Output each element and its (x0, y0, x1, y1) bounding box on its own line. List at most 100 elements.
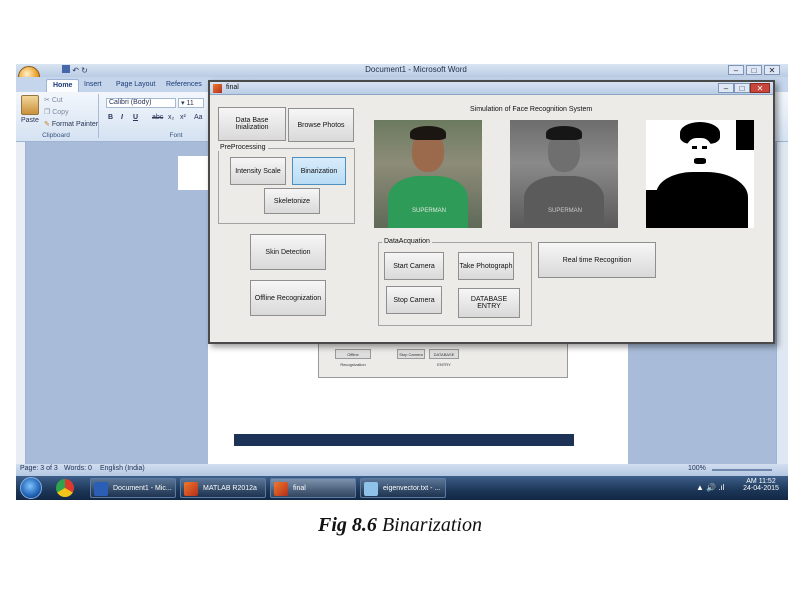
binarized-photo (646, 120, 754, 228)
minimize-button[interactable]: – (728, 65, 744, 75)
tab-home[interactable]: Home (46, 79, 80, 92)
matlab-icon (274, 482, 288, 496)
subscript-icon[interactable]: x₂ (168, 114, 174, 121)
minimize-button[interactable]: – (718, 83, 734, 93)
ghost-button: Offline Recognization (335, 349, 371, 367)
zoom-level[interactable]: 100% (688, 465, 706, 472)
figure-heading: Simulation of Face Recognition System (470, 106, 593, 113)
group-divider (98, 94, 99, 138)
word-window-title: Document1 - Microsoft Word (365, 65, 467, 74)
ghost-button: DATABASE ENTRY (429, 349, 459, 367)
matlab-icon (184, 482, 198, 496)
caption-text: Binarization (381, 514, 482, 536)
bold-icon[interactable]: B (108, 114, 113, 121)
eye (692, 146, 697, 149)
maximize-button[interactable]: □ (734, 83, 750, 93)
quick-access-toolbar[interactable]: ↶ ↻ (44, 65, 104, 76)
skeletonize-button[interactable]: Skeletonize (264, 188, 320, 214)
take-photograph-button[interactable]: Take Photograph (458, 252, 514, 280)
browse-photos-button[interactable]: Browse Photos (288, 108, 354, 142)
figure-title-bar: final – □ ✕ (210, 82, 773, 95)
scissors-icon: ✂ (44, 97, 50, 104)
shirt (524, 176, 604, 228)
preprocessing-title: PreProcessing (218, 144, 268, 151)
tab-insert[interactable]: Insert (78, 79, 108, 92)
taskbar-item-final[interactable]: final (270, 478, 356, 498)
matlab-icon (213, 84, 222, 93)
word-status-bar: Page: 3 of 3 Words: 0 English (India) 10… (16, 464, 788, 476)
vertical-ruler (16, 142, 26, 464)
notepad-icon (364, 482, 378, 496)
zoom-slider[interactable] (712, 469, 772, 471)
taskbar-item-notepad[interactable]: eigenvector.txt - ... (360, 478, 446, 498)
close-button[interactable]: ✕ (750, 83, 770, 93)
windows-taskbar: Document1 - Mic... MATLAB R2012a final e… (16, 476, 788, 500)
database-entry-button[interactable]: DATABASE ENTRY (458, 288, 520, 318)
tab-references[interactable]: References (160, 79, 208, 92)
shirt-text: SUPERMAN (411, 208, 446, 214)
word-count[interactable]: Words: 0 (64, 465, 92, 472)
superscript-icon[interactable]: x² (180, 114, 186, 121)
document-page[interactable] (178, 156, 210, 190)
clock-date: 24-04-2015 (743, 485, 779, 492)
background-shadow (646, 190, 658, 228)
taskbar-item-word[interactable]: Document1 - Mic... (90, 478, 176, 498)
strikethrough-icon[interactable]: abc (152, 114, 163, 121)
grayscale-photo: SUPERMAN (510, 120, 618, 228)
ghost-button: Stop Camera (397, 349, 425, 359)
font-size-field[interactable]: ▾ 11 (178, 98, 204, 108)
tab-page-layout[interactable]: Page Layout (110, 79, 161, 92)
italic-icon[interactable]: I (121, 114, 123, 121)
clock[interactable]: AM 11:52 24-04-2015 (738, 478, 784, 492)
binarization-button[interactable]: Binarization (292, 157, 346, 185)
brush-icon: ✎ (44, 121, 50, 128)
real-time-recognition-button[interactable]: Real time Recognition (538, 242, 656, 278)
start-camera-button[interactable]: Start Camera (384, 252, 444, 280)
offline-recognition-button[interactable]: Offline Recognization (250, 280, 326, 316)
undo-icon[interactable]: ↶ (72, 66, 79, 75)
stop-camera-button[interactable]: Stop Camera (386, 286, 442, 314)
hair (546, 126, 582, 140)
copy-button[interactable]: ❐ Copy (44, 108, 69, 116)
start-button-icon[interactable] (20, 477, 42, 499)
paste-icon[interactable] (21, 95, 39, 115)
eye (702, 146, 707, 149)
word-title-bar: ↶ ↻ Document1 - Microsoft Word – □ ✕ (16, 64, 788, 77)
matlab-figure-window: final – □ ✕ Simulation of Face Recogniti… (208, 80, 775, 344)
save-icon[interactable] (62, 65, 70, 73)
font-name-field[interactable]: Calibri (Body) (106, 98, 176, 108)
redo-icon[interactable]: ↻ (81, 66, 88, 75)
copy-icon: ❐ (44, 109, 51, 116)
clock-time: AM 11:52 (746, 478, 776, 485)
hair (410, 126, 446, 140)
skin-detection-button[interactable]: Skin Detection (250, 234, 326, 270)
format-painter-button[interactable]: ✎ Format Painter (44, 120, 98, 128)
change-case-icon[interactable]: Aa (194, 114, 203, 121)
color-photo: SUPERMAN (374, 120, 482, 228)
shirt (656, 172, 748, 228)
cut-button[interactable]: ✂ Cut (44, 96, 63, 104)
paste-label[interactable]: Paste (21, 117, 39, 124)
maximize-button[interactable]: □ (746, 65, 762, 75)
figure-caption: Fig 8.6 Binarization (0, 514, 800, 537)
embedded-taskbar-image (234, 434, 574, 446)
close-button[interactable]: ✕ (764, 65, 780, 75)
figure-title: final (226, 84, 239, 91)
tray-icons[interactable]: ▲ 🔊 .ıl (696, 483, 725, 492)
database-initialization-button[interactable]: Data Base Inialization (218, 107, 286, 141)
background-shadow (736, 120, 754, 150)
page-count[interactable]: Page: 3 of 3 (20, 465, 58, 472)
shirt-text: SUPERMAN (547, 208, 582, 214)
taskbar-item-matlab[interactable]: MATLAB R2012a (180, 478, 266, 498)
vertical-scrollbar[interactable] (776, 142, 788, 464)
font-group-label: Font (169, 132, 183, 139)
underline-icon[interactable]: U (133, 114, 138, 121)
chrome-icon[interactable] (56, 479, 74, 497)
clipboard-group-label: Clipboard (42, 132, 70, 139)
data-acquisition-title: DataAcquation (382, 238, 432, 245)
desktop-screenshot: ↶ ↻ Document1 - Microsoft Word – □ ✕ Hom… (16, 64, 788, 500)
caption-label: Fig 8.6 (318, 514, 377, 536)
intensity-scale-button[interactable]: Intensity Scale (230, 157, 286, 185)
language-indicator[interactable]: English (India) (100, 465, 145, 472)
beard (694, 158, 706, 164)
